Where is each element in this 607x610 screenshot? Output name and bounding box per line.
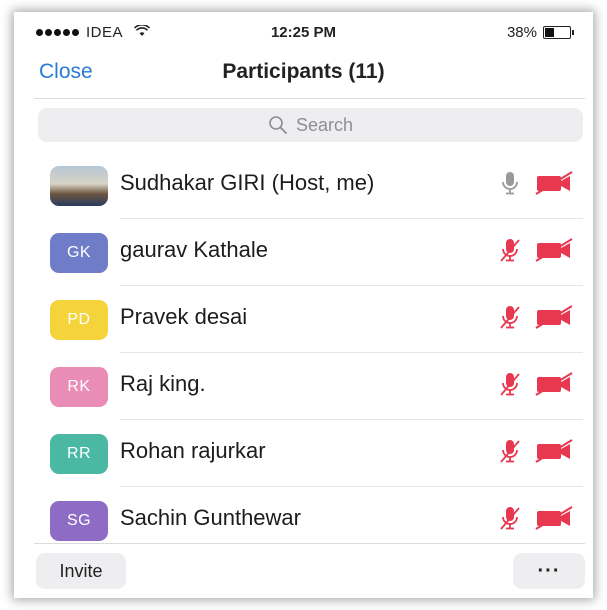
participant-name: Rohan rajurkar xyxy=(120,438,266,463)
status-bar: IDEA 12:25 PM 38% xyxy=(14,12,593,46)
nav-bar: Close Participants (11) xyxy=(14,52,593,96)
participant-name: Raj king. xyxy=(120,371,206,396)
participant-controls xyxy=(499,371,573,397)
avatar: PD xyxy=(50,300,108,340)
divider xyxy=(34,543,585,544)
participant-list: Sudhakar GIRI (Host, me) GK gaurav Kathale… xyxy=(14,152,593,554)
avatar: SG xyxy=(50,501,108,541)
battery-icon xyxy=(543,26,574,39)
video-off-icon[interactable] xyxy=(535,372,573,396)
mic-muted-icon[interactable] xyxy=(499,371,521,397)
participant-row[interactable]: GK gaurav Kathale xyxy=(14,219,593,286)
video-off-icon[interactable] xyxy=(535,506,573,530)
video-off-icon[interactable] xyxy=(535,305,573,329)
avatar: RR xyxy=(50,434,108,474)
search-icon xyxy=(269,116,287,134)
participant-name: Sachin Gunthewar xyxy=(120,505,301,530)
participant-row[interactable]: RR Rohan rajurkar xyxy=(14,420,593,487)
participant-row[interactable]: RK Raj king. xyxy=(14,353,593,420)
participant-name: Pravek desai xyxy=(120,304,248,329)
avatar: GK xyxy=(50,233,108,273)
search-input[interactable]: Search xyxy=(38,108,583,142)
participant-controls xyxy=(499,237,573,263)
battery-percent: 38% xyxy=(506,24,537,41)
video-off-icon[interactable] xyxy=(535,171,573,195)
participant-controls xyxy=(499,505,573,531)
divider xyxy=(34,98,585,99)
avatar: RK xyxy=(50,367,108,407)
participant-row[interactable]: Sudhakar GIRI (Host, me) xyxy=(14,152,593,219)
participant-name: gaurav Kathale xyxy=(120,237,268,262)
page-title: Participants (11) xyxy=(222,60,385,83)
invite-button[interactable]: Invite xyxy=(36,553,126,589)
avatar-photo xyxy=(50,166,108,206)
participant-row[interactable]: PD Pravek desai xyxy=(14,286,593,353)
mic-muted-icon[interactable] xyxy=(499,438,521,464)
video-off-icon[interactable] xyxy=(535,439,573,463)
battery-group: 38% xyxy=(506,24,574,41)
participant-name: Sudhakar GIRI (Host, me) xyxy=(120,170,375,195)
mic-muted-icon[interactable] xyxy=(499,304,521,330)
participant-controls xyxy=(499,438,573,464)
mic-icon[interactable] xyxy=(499,170,521,196)
search-placeholder: Search xyxy=(295,114,354,135)
participant-controls xyxy=(499,304,573,330)
video-off-icon[interactable] xyxy=(535,238,573,262)
participant-controls xyxy=(499,170,573,196)
mic-muted-icon[interactable] xyxy=(499,237,521,263)
app-window: IDEA 12:25 PM 38% Close Participants (11… xyxy=(14,12,593,598)
more-options-button[interactable]: ··· xyxy=(513,553,585,589)
mic-muted-icon[interactable] xyxy=(499,505,521,531)
